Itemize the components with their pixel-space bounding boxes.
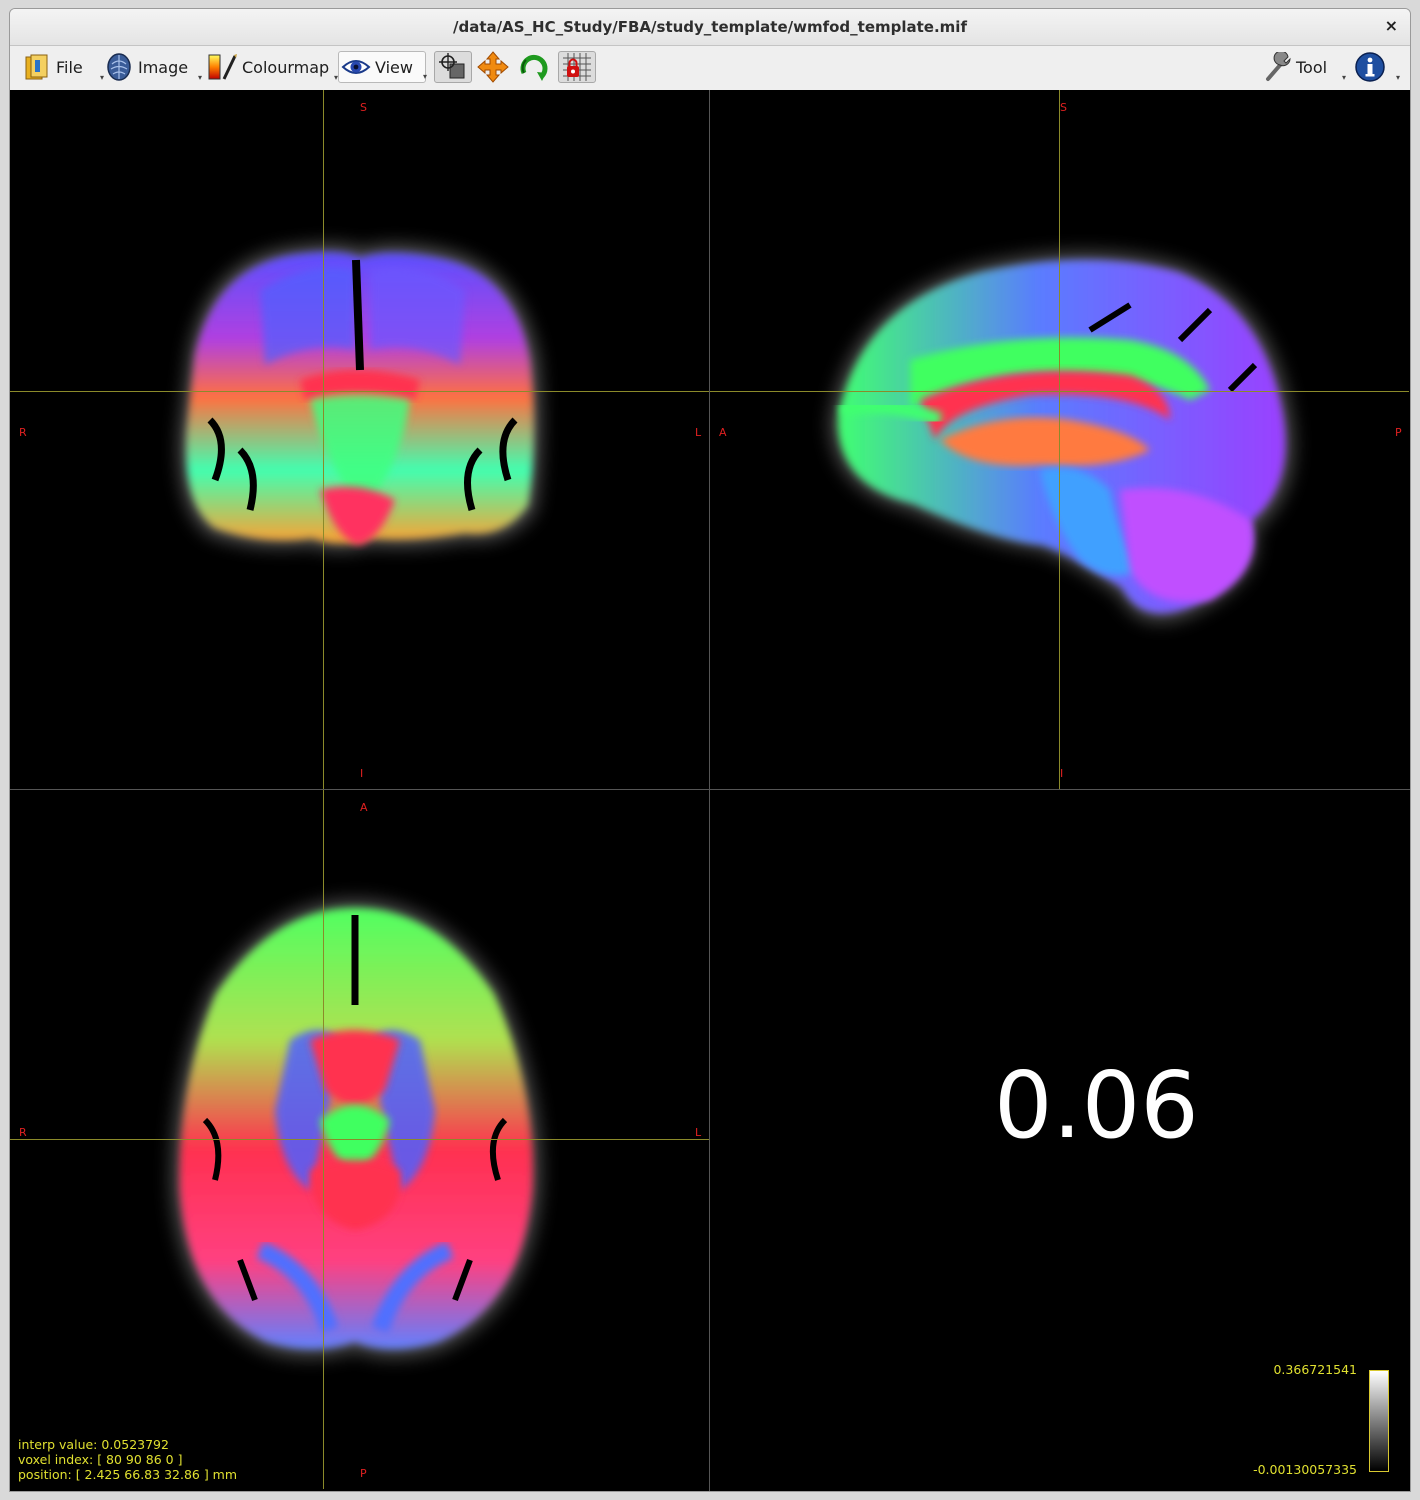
sagittal-orientation-left: A [719,426,727,439]
crosshair-icon [438,52,468,82]
image-dropdown-arrow-icon: ▾ [197,73,202,82]
colourmap-menu-label: Colourmap [242,57,330,77]
interp-value-text: interp value: 0.0523792 [18,1437,169,1452]
file-menu-button[interactable]: File ▾ [22,51,104,83]
colourmap-menu-button[interactable]: Colourmap ▾ [206,51,338,83]
sagittal-orientation-top: S [1060,101,1067,114]
coronal-orientation-right: L [695,426,702,439]
axial-crosshair-horizontal [10,1139,709,1140]
view-menu-button[interactable]: View ▾ [338,51,427,83]
status-overlay: interp value: 0.0523792 voxel index: [ 8… [18,1437,237,1482]
coronal-orientation-left: R [19,426,27,439]
view-dropdown-arrow-icon: ▾ [422,72,427,81]
rotate-mode-button[interactable] [516,51,552,83]
pane-divider-vertical [709,90,710,1491]
value-view[interactable]: 0.06 0.366721541 -0.00130057335 [710,790,1409,1489]
file-menu-label: File [56,57,83,77]
sagittal-crosshair-horizontal [710,391,1409,392]
colorbar-min-label: -0.00130057335 [1253,1462,1357,1477]
sagittal-view[interactable]: S I A P [710,90,1409,789]
coronal-view[interactable]: S I R L [10,90,709,789]
info-icon [1354,51,1386,83]
image-menu-button[interactable]: Image ▾ [106,51,202,83]
sagittal-orientation-bottom: I [1060,767,1064,780]
value-display: 0.06 [994,1052,1199,1159]
close-button[interactable]: × [1385,16,1398,35]
tool-menu-button[interactable]: Tool ▾ [1264,51,1346,83]
coronal-orientation-top: S [360,101,367,114]
coronal-crosshair-vertical [323,90,324,789]
pane-divider-horizontal [10,789,1410,790]
position-text: position: [ 2.425 66.83 32.86 ] mm [18,1467,238,1482]
rotate-icon [518,51,550,83]
colorbar [1369,1370,1389,1472]
image-viewport[interactable]: S I R L S I A P A P R L interp value: 0.… [10,90,1410,1491]
wrench-icon [1264,52,1292,82]
axial-orientation-left: R [19,1126,27,1139]
axial-orientation-top: A [360,801,368,814]
mrview-window: /data/AS_HC_Study/FBA/study_template/wmf… [9,8,1411,1492]
coronal-crosshair-horizontal [10,391,709,392]
voxel-index-text: voxel index: [ 80 90 86 0 ] [18,1452,183,1467]
lock-grid-icon [561,52,593,82]
axial-view[interactable]: A P R L interp value: 0.0523792 voxel in… [10,790,709,1489]
pan-mode-button[interactable] [476,51,510,83]
tool-dropdown-arrow-icon: ▾ [1341,73,1346,82]
axial-orientation-bottom: P [360,1467,367,1480]
coronal-orientation-bottom: I [360,767,364,780]
colourmap-icon [206,52,238,82]
about-button[interactable]: ▾ [1354,51,1400,83]
axial-orientation-right: L [695,1126,702,1139]
pan-icon [477,51,509,83]
file-dropdown-arrow-icon: ▾ [99,73,104,82]
window-title: /data/AS_HC_Study/FBA/study_template/wmf… [453,18,967,36]
view-eye-icon [341,55,371,79]
title-bar: /data/AS_HC_Study/FBA/study_template/wmf… [10,9,1410,46]
main-toolbar: File ▾ Image ▾ Colourmap ▾ View ▾ Tool ▾… [10,46,1410,91]
about-dropdown-arrow-icon: ▾ [1395,73,1400,82]
sagittal-orientation-right: P [1395,426,1402,439]
tool-menu-label: Tool [1296,57,1328,77]
file-icon [22,52,52,82]
view-menu-label: View [375,57,413,77]
sagittal-crosshair-vertical [1059,90,1060,789]
crosshair-mode-button[interactable] [434,51,472,83]
image-menu-label: Image [138,57,189,77]
lock-to-grid-button[interactable] [558,51,596,83]
colorbar-max-label: 0.366721541 [1273,1362,1357,1377]
image-icon [106,52,134,82]
coronal-brain-image [179,244,541,550]
